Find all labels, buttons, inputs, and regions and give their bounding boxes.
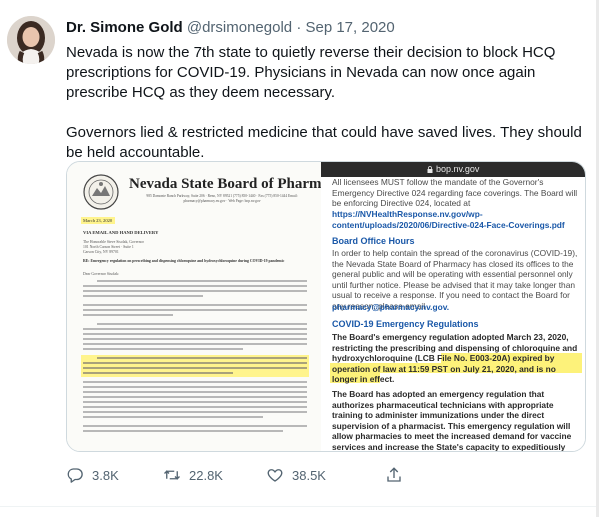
covid-regulation-expired: The Board's emergency regulation adopted… <box>332 332 578 384</box>
letter-delivery: VIA EMAIL AND HAND DELIVERY <box>83 230 159 235</box>
letter-recipient-line: 101 North Carson Street · Suite 1 <box>83 245 134 249</box>
reply-icon <box>67 468 83 483</box>
share-button[interactable] <box>385 465 411 485</box>
author-name[interactable]: Dr. Simone Gold <box>66 19 183 36</box>
tweet-text: Nevada is now the 7th state to quietly r… <box>66 43 586 163</box>
reply-button[interactable]: 3.8K <box>66 465 119 485</box>
pharmacy-webpage: bop.nv.gov All licensees MUST follow the… <box>321 162 585 452</box>
letter-date: March 23, 2020 <box>83 218 113 223</box>
reply-count: 3.8K <box>92 467 119 483</box>
retweet-count: 22.8K <box>189 467 223 483</box>
tweet-actions: 3.8K 22.8K 38.5K <box>66 465 586 485</box>
tweet-image[interactable]: Nevada State Board of Pharmacy 985 Damon… <box>66 161 586 452</box>
like-button[interactable]: 38.5K <box>266 465 326 485</box>
directive-link[interactable]: https://NVHealthResponse.nv.gov/wp-conte… <box>332 209 582 230</box>
office-email-link[interactable]: pharmacy@pharmacy.nv.gov. <box>332 302 582 313</box>
web-intro: All licensees MUST follow the mandate of… <box>332 177 578 208</box>
header-separator: · <box>296 19 302 36</box>
tweet-divider <box>0 506 599 507</box>
browser-url-bar: bop.nv.gov <box>321 162 585 177</box>
letter-title: Nevada State Board of Pharmacy <box>129 176 344 192</box>
office-hours-heading: Board Office Hours <box>332 236 415 246</box>
letter-salutation: Dear Governor Sisolak: <box>83 272 120 276</box>
covid-regulation-technicians: The Board has adopted an emergency regul… <box>332 389 572 452</box>
tweet-date[interactable]: Sep 17, 2020 <box>305 19 394 36</box>
letter-re: RE: Emergency regulation on prescribing … <box>83 259 285 263</box>
avatar[interactable] <box>7 16 55 64</box>
tweet-paragraph: Governors lied & restricted medicine tha… <box>66 124 582 161</box>
tweet-header: Dr. Simone Gold @drsimonegold · Sep 17, … <box>66 18 395 38</box>
pharmacy-letter: Nevada State Board of Pharmacy 985 Damon… <box>67 162 343 451</box>
like-count: 38.5K <box>292 467 326 483</box>
share-icon <box>387 467 401 482</box>
covid-regulations-heading: COVID-19 Emergency Regulations <box>332 319 479 329</box>
author-handle[interactable]: @drsimonegold <box>187 19 292 36</box>
browser-url: bop.nv.gov <box>436 164 480 174</box>
state-seal-icon <box>83 174 119 210</box>
letter-address: 985 Damonte Ranch Parkway, Suite 206 · R… <box>146 194 298 203</box>
tweet-paragraph: Nevada is now the 7th state to quietly r… <box>66 44 556 101</box>
like-icon <box>267 469 283 482</box>
retweet-button[interactable]: 22.8K <box>163 465 223 485</box>
letter-recipient-line: The Honorable Steve Sisolak, Governor <box>83 240 144 244</box>
tweet[interactable]: Dr. Simone Gold @drsimonegold · Sep 17, … <box>0 0 599 517</box>
retweet-icon <box>164 470 180 480</box>
lock-icon <box>427 166 433 173</box>
letter-recipient-line: Carson City, NV 89701 <box>83 250 119 254</box>
